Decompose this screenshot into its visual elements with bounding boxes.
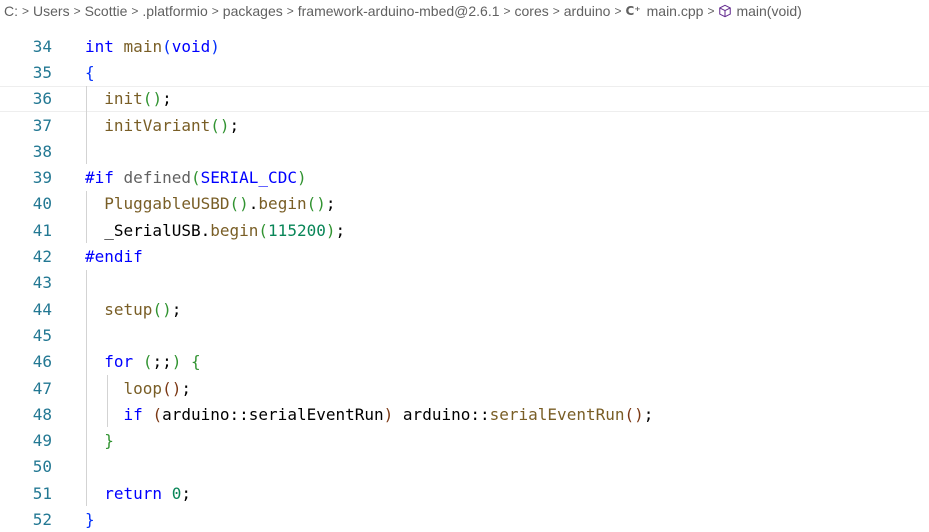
code-line[interactable]: 44 setup(); <box>0 296 929 322</box>
code-line[interactable]: 46 for (;;) { <box>0 349 929 375</box>
line-number: 38 <box>32 141 52 161</box>
breadcrumb-item-users[interactable]: Users <box>33 3 70 19</box>
code-line[interactable]: 38 <box>0 138 929 164</box>
line-code: PluggableUSBD().begin(); <box>104 194 336 214</box>
code-line[interactable]: 34 int main(void) <box>0 33 929 59</box>
code-line[interactable]: 41 _SerialUSB.begin(115200); <box>0 217 929 243</box>
line-code: initVariant(); <box>104 115 240 135</box>
code-editor[interactable]: 34 int main(void) 35{36 init(); 37 initVari… <box>0 22 929 532</box>
line-number: 37 <box>32 115 52 135</box>
code-line[interactable]: 45 <box>0 322 929 348</box>
breadcrumb-label: arduino <box>563 3 611 19</box>
chevron-right-icon: > <box>131 4 139 18</box>
chevron-right-icon: > <box>286 4 294 18</box>
line-number: 47 <box>32 378 52 398</box>
line-number: 35 <box>32 62 52 82</box>
code-line[interactable]: 40 PluggableUSBD().begin(); <box>0 191 929 217</box>
chevron-right-icon: > <box>211 4 219 18</box>
breadcrumb-item-file[interactable]: C⁺ main.cpp <box>625 3 703 19</box>
line-number: 41 <box>32 220 52 240</box>
cpp-file-icon: C⁺ <box>625 4 641 18</box>
line-code: setup(); <box>104 299 182 319</box>
line-code: #endif <box>85 247 143 267</box>
code-line[interactable]: 43 <box>0 270 929 296</box>
indent-guide <box>107 374 108 428</box>
line-code: loop(); <box>123 378 191 398</box>
line-code: { <box>85 62 95 82</box>
chevron-right-icon: > <box>503 4 511 18</box>
line-code: } <box>104 431 114 451</box>
code-line[interactable]: 37 initVariant(); <box>0 112 929 138</box>
breadcrumb-label: .platformio <box>142 3 208 19</box>
breadcrumb-label: main.cpp <box>646 3 704 19</box>
line-code: return 0; <box>104 483 191 503</box>
breadcrumb-item-arduino[interactable]: arduino <box>564 3 611 19</box>
line-code: #if defined(SERIAL_CDC) <box>85 168 307 188</box>
breadcrumb-item-packages[interactable]: packages <box>223 3 283 19</box>
code-line[interactable]: 42 #endif <box>0 243 929 269</box>
line-number: 40 <box>32 194 52 214</box>
breadcrumb-label: Scottie <box>84 3 128 19</box>
line-code: if (arduino::serialEventRun) arduino::se… <box>123 404 654 424</box>
breadcrumb-item-symbol[interactable]: main(void) <box>718 3 802 19</box>
line-number: 48 <box>32 404 52 424</box>
breadcrumb-item-drive[interactable]: C: <box>4 3 18 19</box>
code-line[interactable]: 35 { <box>0 59 929 85</box>
code-line[interactable]: 52} <box>0 506 929 532</box>
indent-guide <box>86 85 87 165</box>
code-line[interactable]: 47 loop(); <box>0 375 929 401</box>
breadcrumb-item-framework[interactable]: framework-arduino-mbed@2.6.1 <box>298 3 500 19</box>
breadcrumb-item-scottie[interactable]: Scottie <box>85 3 128 19</box>
breadcrumb: C: > Users > Scottie > .platformio > pac… <box>0 0 929 22</box>
line-number: 36 <box>32 89 52 109</box>
code-line[interactable]: 39 #if defined(SERIAL_CDC) <box>0 165 929 191</box>
breadcrumb-item-platformio[interactable]: .platformio <box>142 3 207 19</box>
line-number: 46 <box>32 352 52 372</box>
line-code: _SerialUSB.begin(115200); <box>104 220 346 240</box>
breadcrumb-label: cores <box>514 3 549 19</box>
indent-guide <box>86 269 87 507</box>
chevron-right-icon: > <box>22 4 30 18</box>
method-cube-icon <box>719 4 732 18</box>
breadcrumb-item-cores[interactable]: cores <box>515 3 549 19</box>
line-number: 39 <box>32 168 52 188</box>
line-code: int main(void) <box>85 36 220 56</box>
code-line[interactable]: 51 return 0; <box>0 480 929 506</box>
chevron-right-icon: > <box>73 4 81 18</box>
line-code: init(); <box>104 89 172 109</box>
line-number: 34 <box>32 36 52 56</box>
line-number: 50 <box>32 457 52 477</box>
line-number: 51 <box>32 483 52 503</box>
breadcrumb-label: framework-arduino-mbed@2.6.1 <box>297 3 500 19</box>
line-number: 44 <box>32 299 52 319</box>
line-number: 42 <box>32 247 52 267</box>
chevron-right-icon: > <box>552 4 560 18</box>
code-line[interactable]: 36 init(); <box>0 85 929 112</box>
breadcrumb-label: packages <box>222 3 283 19</box>
line-number: 52 <box>32 510 52 530</box>
code-line[interactable]: 48 if (arduino::serialEventRun) arduino:… <box>0 401 929 427</box>
line-code: } <box>85 510 95 530</box>
line-code: for (;;) { <box>104 352 201 372</box>
line-number: 45 <box>32 325 52 345</box>
indent-guide <box>86 190 87 244</box>
breadcrumb-label: C: <box>4 3 18 19</box>
line-number: 43 <box>32 273 52 293</box>
code-line[interactable]: 50 <box>0 454 929 480</box>
line-number: 49 <box>32 431 52 451</box>
chevron-right-icon: > <box>707 4 715 18</box>
breadcrumb-label: main(void) <box>736 3 802 19</box>
chevron-right-icon: > <box>614 4 622 18</box>
breadcrumb-label: Users <box>33 3 70 19</box>
code-line[interactable]: 49 } <box>0 428 929 454</box>
